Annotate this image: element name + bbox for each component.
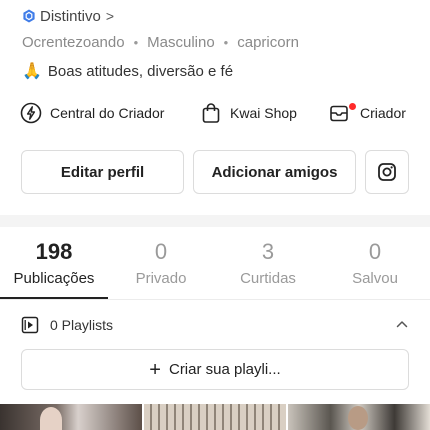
stat-label: Privado xyxy=(135,270,187,287)
meta-username: Ocrentezoando xyxy=(22,33,125,51)
stat-value: 0 xyxy=(154,239,168,264)
lightning-icon xyxy=(20,102,42,124)
tab-privado[interactable]: 0 Privado xyxy=(107,238,215,287)
badge-row[interactable]: Distintivo > xyxy=(22,6,114,26)
kwai-shop-label: Kwai Shop xyxy=(230,105,297,121)
creator-links: Central do Criador Kwai Shop Criador xyxy=(20,99,420,127)
criador-label: Criador xyxy=(360,105,406,121)
pray-emoji: 🙏 xyxy=(22,63,42,80)
tab-salvou[interactable]: 0 Salvou xyxy=(321,238,429,287)
meta-separator: • xyxy=(223,34,229,50)
video-grid xyxy=(0,404,430,430)
criador-link[interactable]: Criador xyxy=(328,102,406,124)
notification-dot xyxy=(349,103,356,110)
playlist-icon xyxy=(21,316,39,334)
add-friends-button[interactable]: Adicionar amigos xyxy=(193,150,356,194)
profile-stats-tabs: 198 Publicações 0 Privado 3 Curtidas 0 S… xyxy=(0,238,430,300)
meta-gender: Masculino xyxy=(147,33,215,51)
create-playlist-button[interactable]: + Criar sua playli... xyxy=(21,349,409,390)
central-do-criador-label: Central do Criador xyxy=(50,105,165,121)
video-thumbnail[interactable] xyxy=(144,404,286,430)
badge-label: Distintivo xyxy=(40,7,101,25)
tab-publicacoes[interactable]: 198 Publicações xyxy=(0,238,108,287)
section-divider xyxy=(0,215,430,227)
chevron-up-icon[interactable] xyxy=(395,317,409,331)
meta-zodiac: capricorn xyxy=(237,33,299,51)
stat-label: Salvou xyxy=(352,270,398,287)
bio: 🙏 Boas atitudes, diversão e fé xyxy=(22,60,233,82)
playlists-header[interactable]: 0 Playlists xyxy=(21,314,411,336)
instagram-icon xyxy=(378,163,396,181)
stat-label: Curtidas xyxy=(240,270,296,287)
stat-label: Publicações xyxy=(13,270,95,287)
creator-icon xyxy=(330,105,348,122)
stat-value: 198 xyxy=(35,239,73,264)
video-thumbnail[interactable] xyxy=(288,404,430,430)
video-thumbnail[interactable] xyxy=(0,404,142,430)
badge-icon xyxy=(23,9,35,23)
kwai-shop-link[interactable]: Kwai Shop xyxy=(200,102,297,124)
stat-value: 0 xyxy=(368,239,382,264)
tabs-divider xyxy=(0,299,430,300)
create-playlist-label: Criar sua playli... xyxy=(168,361,281,378)
bio-text: Boas atitudes, diversão e fé xyxy=(47,62,234,80)
profile-meta: Ocrentezoando • Masculino • capricorn xyxy=(22,32,299,52)
plus-icon: + xyxy=(149,358,161,381)
thumbnail-figure xyxy=(348,406,368,430)
tab-curtidas[interactable]: 3 Curtidas xyxy=(214,238,322,287)
thumbnail-figure xyxy=(40,407,62,430)
meta-separator: • xyxy=(133,34,139,50)
central-do-criador-link[interactable]: Central do Criador xyxy=(20,102,164,124)
shopping-bag-icon xyxy=(202,103,220,123)
creator-icon-wrap xyxy=(328,102,356,124)
edit-profile-button[interactable]: Editar perfil xyxy=(21,150,184,194)
chevron-right-icon: > xyxy=(105,8,115,24)
stat-value: 3 xyxy=(261,239,275,264)
playlists-count: 0 Playlists xyxy=(50,317,114,333)
instagram-button[interactable] xyxy=(365,150,409,194)
